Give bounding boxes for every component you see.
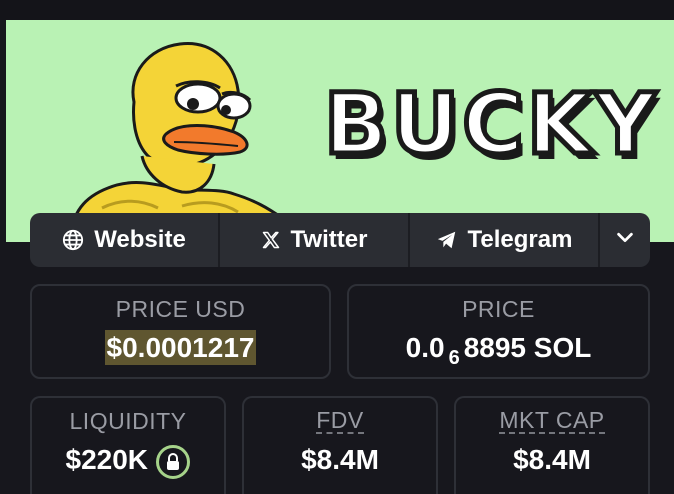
price-prefix: 0.0 xyxy=(405,332,445,363)
lock-icon[interactable] xyxy=(156,444,191,479)
token-info-panel: BUCKY Website Twitter Telegram PRICE USD… xyxy=(0,0,674,494)
price-zero-count: 6 xyxy=(448,347,460,369)
liquidity-card: LIQUIDITY $220K xyxy=(30,396,226,494)
website-button[interactable]: Website xyxy=(30,213,220,267)
social-links-bar: Website Twitter Telegram xyxy=(30,213,650,267)
telegram-label: Telegram xyxy=(467,226,573,253)
x-logo-icon xyxy=(261,230,281,250)
price-usd-label: PRICE USD xyxy=(115,296,246,322)
top-strip xyxy=(0,0,674,20)
telegram-icon xyxy=(436,229,458,251)
more-links-button[interactable] xyxy=(600,213,650,267)
liquidity-label: LIQUIDITY xyxy=(69,408,187,434)
website-label: Website xyxy=(94,226,186,253)
globe-icon xyxy=(62,229,84,251)
price-native-value: 0.0 6 8895 SOL xyxy=(349,332,648,369)
token-name-title: BUCKY xyxy=(322,75,659,173)
twitter-label: Twitter xyxy=(290,226,368,253)
price-native-card: PRICE 0.0 6 8895 SOL xyxy=(347,284,650,379)
token-banner: BUCKY xyxy=(6,20,674,242)
market-cap-label[interactable]: MKT CAP xyxy=(499,408,605,435)
price-rest: 8895 SOL xyxy=(463,332,592,363)
market-cap-value: $8.4M xyxy=(513,444,591,475)
telegram-button[interactable]: Telegram xyxy=(410,213,600,267)
fdv-value: $8.4M xyxy=(301,444,379,475)
price-native-label: PRICE xyxy=(462,296,535,322)
twitter-button[interactable]: Twitter xyxy=(220,213,410,267)
market-cap-card: MKT CAP $8.4M xyxy=(454,396,650,494)
liquidity-value: $220K xyxy=(65,444,149,475)
fdv-label[interactable]: FDV xyxy=(316,408,364,435)
price-usd-card: PRICE USD $0.0001217 xyxy=(30,284,331,379)
duck-mascot-illustration xyxy=(70,42,327,242)
fdv-card: FDV $8.4M xyxy=(242,396,438,494)
price-usd-value[interactable]: $0.0001217 xyxy=(104,330,257,365)
chevron-down-icon xyxy=(614,226,636,255)
